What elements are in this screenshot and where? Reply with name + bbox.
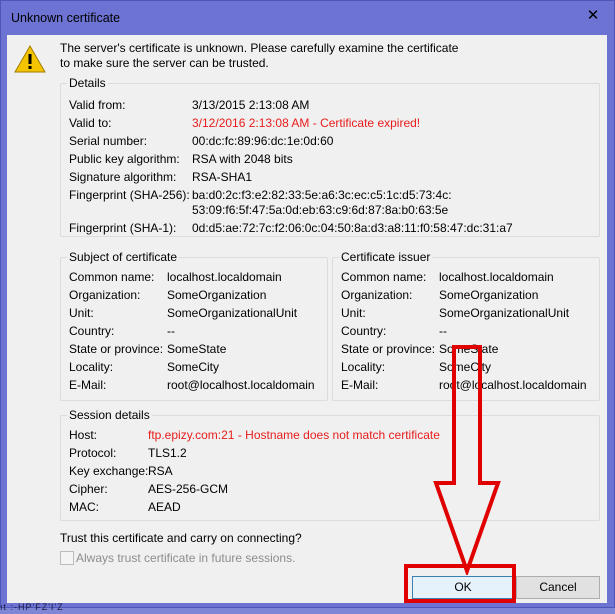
details-group: Details Valid from: 3/13/2015 2:13:08 AM… <box>60 76 600 237</box>
valid-from-label: Valid from: <box>69 98 126 112</box>
protocol-label: Protocol: <box>69 446 117 460</box>
always-trust-label[interactable]: Always trust certificate in future sessi… <box>76 551 295 565</box>
sigalg-label: Signature algorithm: <box>69 170 177 184</box>
pubkey-label: Public key algorithm: <box>69 152 180 166</box>
kex-label: Key exchange: <box>69 464 149 478</box>
subject-org-label: Organization: <box>69 288 141 302</box>
down-arrow-annotation <box>433 345 501 575</box>
issuer-cn-label: Common name: <box>341 270 427 284</box>
host-label: Host: <box>69 428 98 442</box>
serial-label: Serial number: <box>69 134 148 148</box>
serial-value: 00:dc:fc:89:96:dc:1e:0d:60 <box>192 134 334 148</box>
certificate-dialog: Unknown certificate ✕ The server's certi… <box>0 0 615 608</box>
fingerprint-sha1-label: Fingerprint (SHA-1): <box>69 221 177 235</box>
issuer-unit-value: SomeOrganizationalUnit <box>439 306 570 320</box>
fingerprint-sha256-line2: 53:09:f6:5f:47:5a:0d:eb:63:c9:6d:87:8a:b… <box>192 203 449 217</box>
trust-question: Trust this certificate and carry on conn… <box>60 531 302 545</box>
subject-state-value: SomeState <box>167 342 227 356</box>
valid-to-label: Valid to: <box>69 116 112 130</box>
session-group: Session details Host: ftp.epizy.com:21 -… <box>60 408 600 521</box>
subject-locality-label: Locality: <box>69 360 114 374</box>
fingerprint-sha1-value: 0d:d5:ae:72:7c:f2:06:0c:04:50:8a:d3:a8:1… <box>192 221 513 235</box>
valid-from-value: 3/13/2015 2:13:08 AM <box>192 98 310 112</box>
mac-value: AEAD <box>148 500 181 514</box>
subject-email-value: root@localhost.localdomain <box>167 378 315 392</box>
details-legend: Details <box>67 76 108 90</box>
protocol-value: TLS1.2 <box>148 446 187 460</box>
subject-country-value: -- <box>167 324 175 338</box>
mac-label: MAC: <box>69 500 99 514</box>
cipher-label: Cipher: <box>69 482 108 496</box>
issuer-cn-value: localhost.localdomain <box>439 270 554 284</box>
sigalg-value: RSA-SHA1 <box>192 170 253 184</box>
kex-value: RSA <box>148 464 173 478</box>
host-value: ftp.epizy.com:21 - Hostname does not mat… <box>148 428 440 442</box>
intro-line-1: The server's certificate is unknown. Ple… <box>60 41 459 55</box>
session-legend: Session details <box>67 408 152 422</box>
issuer-state-label: State or province: <box>341 342 436 356</box>
close-button[interactable]: ✕ <box>578 3 608 29</box>
subject-email-label: E-Mail: <box>69 378 107 392</box>
issuer-country-value: -- <box>439 324 447 338</box>
issuer-country-label: Country: <box>341 324 387 338</box>
issuer-legend: Certificate issuer <box>339 250 433 264</box>
title-bar[interactable]: Unknown certificate ✕ <box>1 1 614 35</box>
issuer-email-label: E-Mail: <box>341 378 379 392</box>
issuer-org-label: Organization: <box>341 288 413 302</box>
cipher-value: AES-256-GCM <box>148 482 229 496</box>
fingerprint-sha256-label: Fingerprint (SHA-256): <box>69 188 190 202</box>
issuer-locality-label: Locality: <box>341 360 386 374</box>
subject-unit-label: Unit: <box>69 306 94 320</box>
cancel-button[interactable]: Cancel <box>516 576 600 599</box>
subject-cn-value: localhost.localdomain <box>167 270 282 284</box>
intro-line-2: to make sure the server can be trusted. <box>60 56 269 70</box>
fingerprint-sha256-line1: ba:d0:2c:f3:e2:82:33:5e:a6:3c:ec:c5:1c:d… <box>192 188 452 202</box>
subject-country-label: Country: <box>69 324 115 338</box>
always-trust-checkbox[interactable] <box>60 551 74 565</box>
issuer-unit-label: Unit: <box>341 306 366 320</box>
background-text: ıt :-HP'FZ'I'Z <box>0 602 64 612</box>
intro-text: The server's certificate is unknown. Ple… <box>60 41 458 71</box>
subject-cn-label: Common name: <box>69 270 155 284</box>
issuer-org-value: SomeOrganization <box>439 288 539 302</box>
pubkey-value: RSA with 2048 bits <box>192 152 293 166</box>
dialog-body: The server's certificate is unknown. Ple… <box>7 35 607 603</box>
subject-legend: Subject of certificate <box>67 250 180 264</box>
subject-state-label: State or province: <box>69 342 164 356</box>
dialog-title: Unknown certificate <box>11 11 121 25</box>
subject-org-value: SomeOrganization <box>167 288 267 302</box>
subject-group: Subject of certificate Common name: loca… <box>60 250 328 401</box>
subject-unit-value: SomeOrganizationalUnit <box>167 306 298 320</box>
valid-to-value: 3/12/2016 2:13:08 AM - Certificate expir… <box>192 116 421 130</box>
warning-icon <box>14 45 46 73</box>
subject-locality-value: SomeCity <box>167 360 220 374</box>
